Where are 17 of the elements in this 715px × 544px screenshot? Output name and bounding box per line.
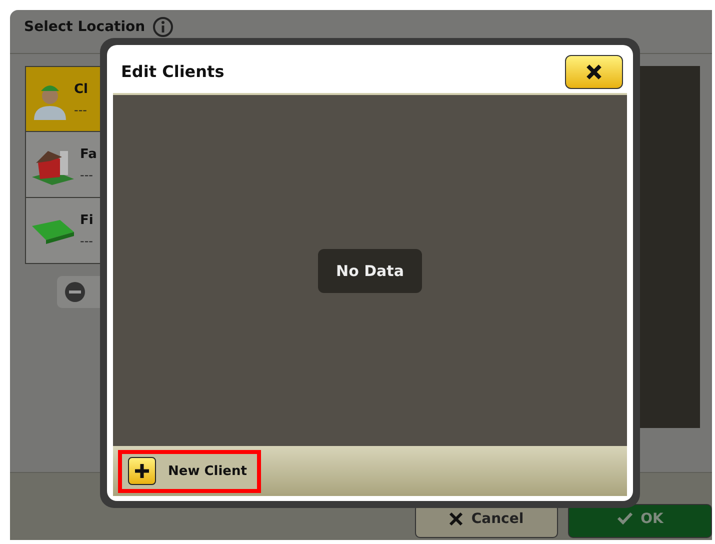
screen-title: Select Location (24, 18, 146, 34)
location-value: --- (80, 234, 94, 248)
location-name: Cl (74, 82, 88, 96)
info-icon (153, 16, 174, 36)
close-button[interactable] (565, 54, 623, 88)
minus-icon (65, 282, 85, 302)
location-name: Fi (80, 213, 94, 228)
plus-icon (134, 463, 150, 479)
location-name: Fa (80, 147, 97, 162)
no-data-message: No Data (318, 248, 422, 292)
new-client-button[interactable]: New Client (118, 450, 261, 492)
location-value: --- (80, 168, 94, 182)
close-icon (585, 62, 603, 80)
location-value: --- (74, 102, 88, 116)
checkmark-icon (616, 512, 633, 525)
ok-button[interactable]: OK (568, 504, 712, 538)
close-icon (449, 512, 464, 526)
